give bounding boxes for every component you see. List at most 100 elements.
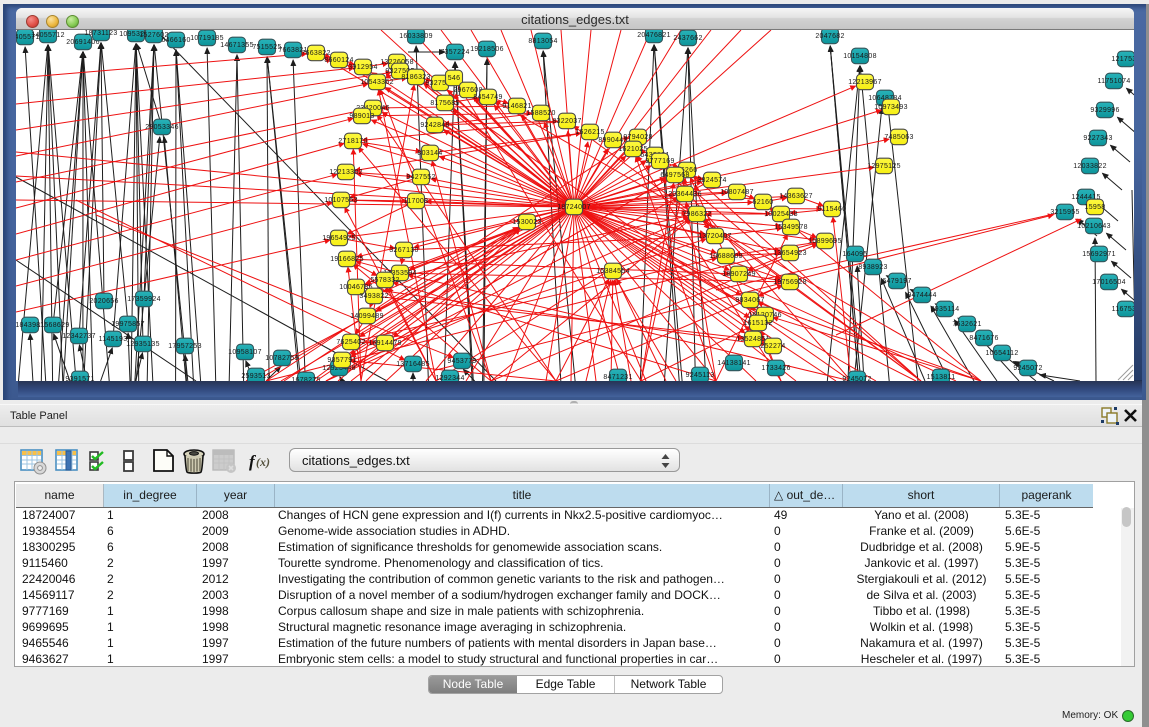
svg-text:3912954: 3912954 (348, 64, 377, 71)
svg-text:7515525: 7515525 (252, 44, 281, 51)
svg-text:1678275: 1678275 (291, 377, 320, 381)
svg-text:7986322: 7986322 (682, 211, 711, 218)
svg-text:8454749: 8454749 (473, 94, 502, 101)
svg-text:10719185: 10719185 (190, 35, 224, 42)
svg-text:8938923: 8938923 (858, 264, 887, 271)
svg-text:9427552: 9427552 (406, 174, 435, 181)
svg-text:12213967: 12213967 (848, 79, 882, 86)
svg-text:7663822: 7663822 (301, 50, 330, 57)
svg-text:10973493: 10973493 (874, 104, 908, 111)
svg-text:29053346: 29053346 (145, 124, 179, 131)
svg-text:10899695: 10899695 (808, 238, 842, 245)
svg-text:19756928: 19756928 (773, 279, 807, 286)
svg-text:13720407: 13720407 (698, 233, 732, 240)
svg-text:19975857: 19975857 (111, 321, 145, 328)
svg-text:1626215: 1626215 (575, 129, 604, 136)
svg-text:1217531: 1217531 (1111, 56, 1134, 63)
svg-text:12033822: 12033822 (1073, 163, 1107, 170)
svg-text:19654925: 19654925 (322, 235, 356, 242)
svg-text:1530023: 1530023 (512, 219, 541, 226)
svg-text:9474444: 9474444 (907, 292, 936, 299)
svg-text:9115460: 9115460 (818, 206, 847, 213)
svg-text:10025438: 10025438 (764, 211, 798, 218)
svg-text:10654112: 10654112 (985, 350, 1018, 357)
svg-text:1145193: 1145193 (99, 336, 128, 343)
svg-text:9245072: 9245072 (842, 376, 871, 381)
svg-text:8660124: 8660124 (324, 57, 353, 64)
svg-text:6466160: 6466160 (161, 37, 190, 44)
svg-text:7485063: 7485063 (884, 134, 913, 141)
svg-text:9777169: 9777169 (645, 158, 674, 165)
svg-text:12975125: 12975125 (867, 163, 901, 170)
svg-text:20476821: 20476821 (637, 32, 671, 39)
svg-text:1292344: 1292344 (435, 375, 464, 381)
svg-text:1733426: 1733426 (761, 365, 790, 372)
svg-text:546: 546 (448, 75, 461, 82)
svg-text:1167533: 1167533 (1112, 306, 1134, 313)
svg-text:18731123: 18731123 (84, 30, 117, 37)
svg-text:8322037: 8322037 (552, 118, 581, 125)
svg-text:16033809: 16033809 (399, 33, 433, 40)
svg-text:2967608: 2967608 (453, 87, 482, 94)
svg-text:803144: 803144 (417, 150, 442, 157)
svg-text:9227343: 9227343 (1083, 135, 1112, 142)
svg-text:12935135: 12935135 (126, 341, 160, 348)
svg-text:2437662: 2437662 (673, 35, 702, 42)
svg-text:2718170: 2718170 (338, 138, 367, 145)
svg-text:9242848: 9242848 (420, 122, 449, 129)
svg-text:13716485: 13716485 (396, 361, 430, 368)
svg-text:1588520: 1588520 (526, 110, 555, 117)
svg-text:9245113: 9245113 (686, 372, 715, 379)
svg-text:17957253: 17957253 (168, 343, 202, 350)
svg-text:8471676: 8471676 (969, 335, 998, 342)
svg-text:17359924: 17359924 (127, 296, 161, 303)
svg-text:3267130: 3267130 (389, 247, 418, 254)
svg-text:2935114: 2935114 (931, 306, 960, 313)
svg-text:62160: 62160 (753, 199, 774, 206)
svg-text:18724007: 18724007 (557, 204, 591, 211)
svg-text:10688609: 10688609 (709, 253, 743, 260)
svg-text:8175685: 8175685 (430, 100, 459, 107)
svg-text:15692971: 15692971 (1082, 251, 1116, 258)
svg-text:12213382: 12213382 (329, 169, 363, 176)
svg-text:12342737: 12342737 (62, 333, 96, 340)
svg-text:10782759: 10782759 (265, 355, 299, 362)
svg-text:10107553: 10107553 (324, 197, 358, 204)
svg-text:10210643: 10210643 (1077, 223, 1111, 230)
svg-text:117008: 117008 (404, 198, 429, 205)
svg-text:15384554: 15384554 (596, 268, 630, 275)
svg-text:3215955: 3215955 (1050, 209, 1079, 216)
svg-text:9453779: 9453779 (447, 358, 476, 365)
svg-text:9329996: 9329996 (1090, 107, 1119, 114)
svg-text:7625402: 7625402 (336, 339, 365, 346)
svg-text:2593513: 2593513 (241, 373, 270, 380)
svg-text:9391571: 9391571 (65, 376, 94, 381)
svg-text:14055712: 14055712 (31, 32, 65, 39)
svg-text:14363627: 14363627 (779, 193, 813, 200)
svg-text:3824574: 3824574 (697, 177, 726, 184)
svg-text:1843981: 1843981 (16, 322, 45, 329)
svg-text:14671355: 14671355 (220, 42, 254, 49)
svg-text:7632621: 7632621 (952, 321, 981, 328)
svg-text:989013: 989013 (349, 113, 374, 120)
svg-text:9834067: 9834067 (735, 297, 764, 304)
svg-text:11751074: 11751074 (1097, 78, 1130, 85)
svg-text:14099489: 14099489 (350, 313, 384, 320)
svg-text:(x): (x) (256, 455, 270, 469)
svg-text:16914479: 16914479 (368, 340, 402, 347)
svg-text:2020656: 2020656 (89, 298, 118, 305)
svg-text:9857791: 9857791 (327, 357, 356, 364)
svg-text:5578332: 5578332 (370, 277, 399, 284)
svg-text:20364436: 20364436 (668, 191, 702, 198)
svg-text:3493822: 3493822 (359, 293, 388, 300)
svg-text:10543362: 10543362 (360, 79, 394, 86)
svg-text:19166825: 19166825 (330, 256, 364, 263)
svg-text:14138141: 14138141 (717, 360, 751, 367)
svg-text:17016504: 17016504 (1092, 279, 1126, 286)
svg-text:164095: 164095 (842, 251, 867, 258)
svg-text:19218506: 19218506 (470, 46, 504, 53)
svg-text:7357224: 7357224 (440, 49, 469, 56)
svg-text:18907249: 18907249 (722, 271, 756, 278)
svg-text:6497568: 6497568 (660, 172, 689, 179)
svg-text:10154808: 10154808 (843, 53, 877, 60)
